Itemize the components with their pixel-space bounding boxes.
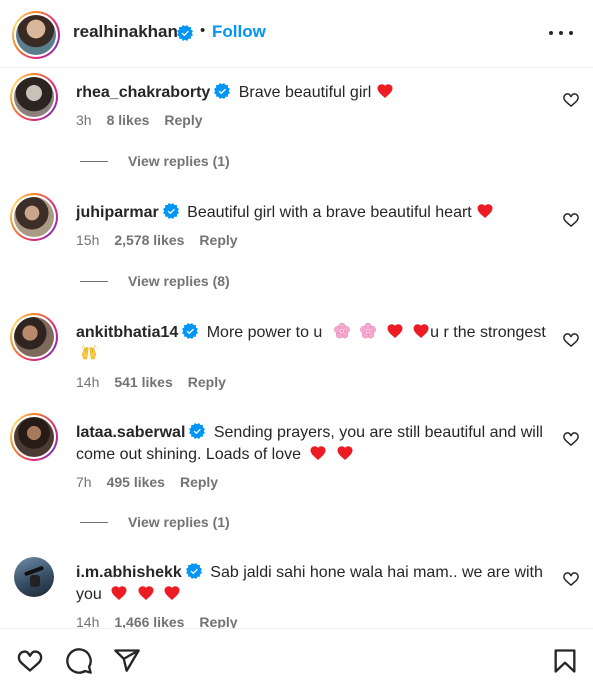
comment-body: juhiparmar Beautiful girl with a brave b… bbox=[76, 202, 546, 224]
comment-item: rhea_chakraborty Brave beautiful girl 3h… bbox=[0, 73, 593, 183]
reply-button[interactable]: Reply bbox=[180, 474, 218, 490]
author-avatar[interactable] bbox=[12, 11, 60, 59]
red-heart-emoji bbox=[309, 444, 327, 462]
comment-time: 3h bbox=[76, 112, 92, 128]
comment-text-end: strongest bbox=[479, 324, 546, 341]
avatar[interactable] bbox=[10, 413, 58, 461]
comment-meta: 15h 2,578 likes Reply bbox=[76, 232, 238, 248]
bookmark-icon[interactable] bbox=[551, 647, 579, 675]
verified-badge-icon bbox=[182, 323, 198, 339]
comment-likes[interactable]: 1,466 likes bbox=[114, 614, 184, 628]
cherry-blossom-emoji bbox=[333, 322, 351, 340]
comment-item: juhiparmar Beautiful girl with a brave b… bbox=[0, 193, 593, 303]
view-replies-button[interactable]: View replies (8) bbox=[80, 273, 230, 289]
verified-badge-icon bbox=[177, 25, 193, 41]
avatar[interactable] bbox=[10, 193, 58, 241]
verified-badge-icon bbox=[214, 83, 230, 99]
view-replies-label: View replies (1) bbox=[128, 514, 230, 530]
comment-username[interactable]: ankitbhatia14 bbox=[76, 324, 178, 341]
cherry-blossom-emoji bbox=[359, 322, 377, 340]
comment-item: i.m.abhishekk Sab jaldi sahi hone wala h… bbox=[0, 553, 593, 628]
reply-button[interactable]: Reply bbox=[199, 614, 237, 628]
post-header: realhinakhan • Follow bbox=[0, 0, 593, 68]
comment-item: lataa.saberwal Sending prayers, you are … bbox=[0, 413, 593, 543]
comment-likes[interactable]: 541 likes bbox=[114, 374, 172, 390]
reply-button[interactable]: Reply bbox=[188, 374, 226, 390]
view-replies-label: View replies (8) bbox=[128, 273, 230, 289]
replies-divider bbox=[80, 160, 108, 162]
red-heart-emoji bbox=[412, 322, 430, 340]
avatar[interactable] bbox=[10, 73, 58, 121]
comment-likes[interactable]: 2,578 likes bbox=[114, 232, 184, 248]
comment-text: Brave beautiful girl bbox=[238, 84, 372, 101]
reply-button[interactable]: Reply bbox=[199, 232, 237, 248]
separator-dot: • bbox=[200, 22, 206, 39]
paper-plane-icon[interactable] bbox=[113, 647, 141, 675]
comment-username[interactable]: lataa.saberwal bbox=[76, 424, 185, 441]
heart-outline-icon[interactable] bbox=[562, 211, 580, 229]
comment-text: Beautiful girl with a brave beautiful he… bbox=[187, 204, 472, 221]
red-heart-emoji bbox=[163, 584, 181, 602]
comment-body: rhea_chakraborty Brave beautiful girl bbox=[76, 82, 546, 104]
red-heart-emoji bbox=[376, 82, 394, 100]
comment-body: lataa.saberwal Sending prayers, you are … bbox=[76, 422, 546, 466]
more-horizontal-icon[interactable] bbox=[549, 21, 573, 45]
reply-button[interactable]: Reply bbox=[164, 112, 202, 128]
heart-outline-icon[interactable] bbox=[562, 570, 580, 588]
comment-username[interactable]: rhea_chakraborty bbox=[76, 84, 210, 101]
author-username[interactable]: realhinakhan bbox=[73, 22, 178, 42]
red-heart-emoji bbox=[110, 584, 128, 602]
comment-time: 14h bbox=[76, 374, 100, 390]
red-heart-emoji bbox=[137, 584, 155, 602]
follow-button[interactable]: Follow bbox=[212, 22, 266, 42]
verified-badge-icon bbox=[163, 203, 179, 219]
raising-hands-emoji bbox=[80, 344, 98, 362]
comment-item: ankitbhatia14 More power to u u r the st… bbox=[0, 313, 593, 398]
heart-outline-icon[interactable] bbox=[562, 91, 580, 109]
view-replies-button[interactable]: View replies (1) bbox=[80, 153, 230, 169]
comment-likes[interactable]: 8 likes bbox=[107, 112, 150, 128]
comment-meta: 14h 541 likes Reply bbox=[76, 374, 226, 390]
comments-list[interactable]: rhea_chakraborty Brave beautiful girl 3h… bbox=[0, 68, 593, 628]
comment-bubble-icon[interactable] bbox=[65, 647, 93, 675]
comment-time: 7h bbox=[76, 474, 92, 490]
heart-outline-icon[interactable] bbox=[562, 430, 580, 448]
comment-body: ankitbhatia14 More power to u u r the st… bbox=[76, 322, 546, 366]
comment-time: 14h bbox=[76, 614, 100, 628]
comment-username[interactable]: i.m.abhishekk bbox=[76, 564, 182, 581]
comment-body: i.m.abhishekk Sab jaldi sahi hone wala h… bbox=[76, 562, 546, 606]
comment-meta: 7h 495 likes Reply bbox=[76, 474, 218, 490]
comment-time: 15h bbox=[76, 232, 100, 248]
heart-outline-icon[interactable] bbox=[562, 331, 580, 349]
red-heart-emoji bbox=[336, 444, 354, 462]
comment-likes[interactable]: 495 likes bbox=[107, 474, 165, 490]
post-action-bar bbox=[0, 628, 593, 680]
replies-divider bbox=[80, 280, 108, 282]
verified-badge-icon bbox=[186, 563, 202, 579]
comment-meta: 3h 8 likes Reply bbox=[76, 112, 203, 128]
comment-text-continued: u r the bbox=[430, 324, 476, 341]
replies-divider bbox=[80, 521, 108, 523]
heart-outline-icon[interactable] bbox=[16, 647, 44, 675]
verified-badge-icon bbox=[189, 423, 205, 439]
avatar[interactable] bbox=[14, 557, 54, 597]
avatar[interactable] bbox=[10, 313, 58, 361]
comment-meta: 14h 1,466 likes Reply bbox=[76, 614, 238, 628]
view-replies-button[interactable]: View replies (1) bbox=[80, 514, 230, 530]
comment-text: More power to u bbox=[206, 324, 323, 341]
comment-username[interactable]: juhiparmar bbox=[76, 204, 159, 221]
view-replies-label: View replies (1) bbox=[128, 153, 230, 169]
red-heart-emoji bbox=[476, 202, 494, 220]
red-heart-emoji bbox=[386, 322, 404, 340]
